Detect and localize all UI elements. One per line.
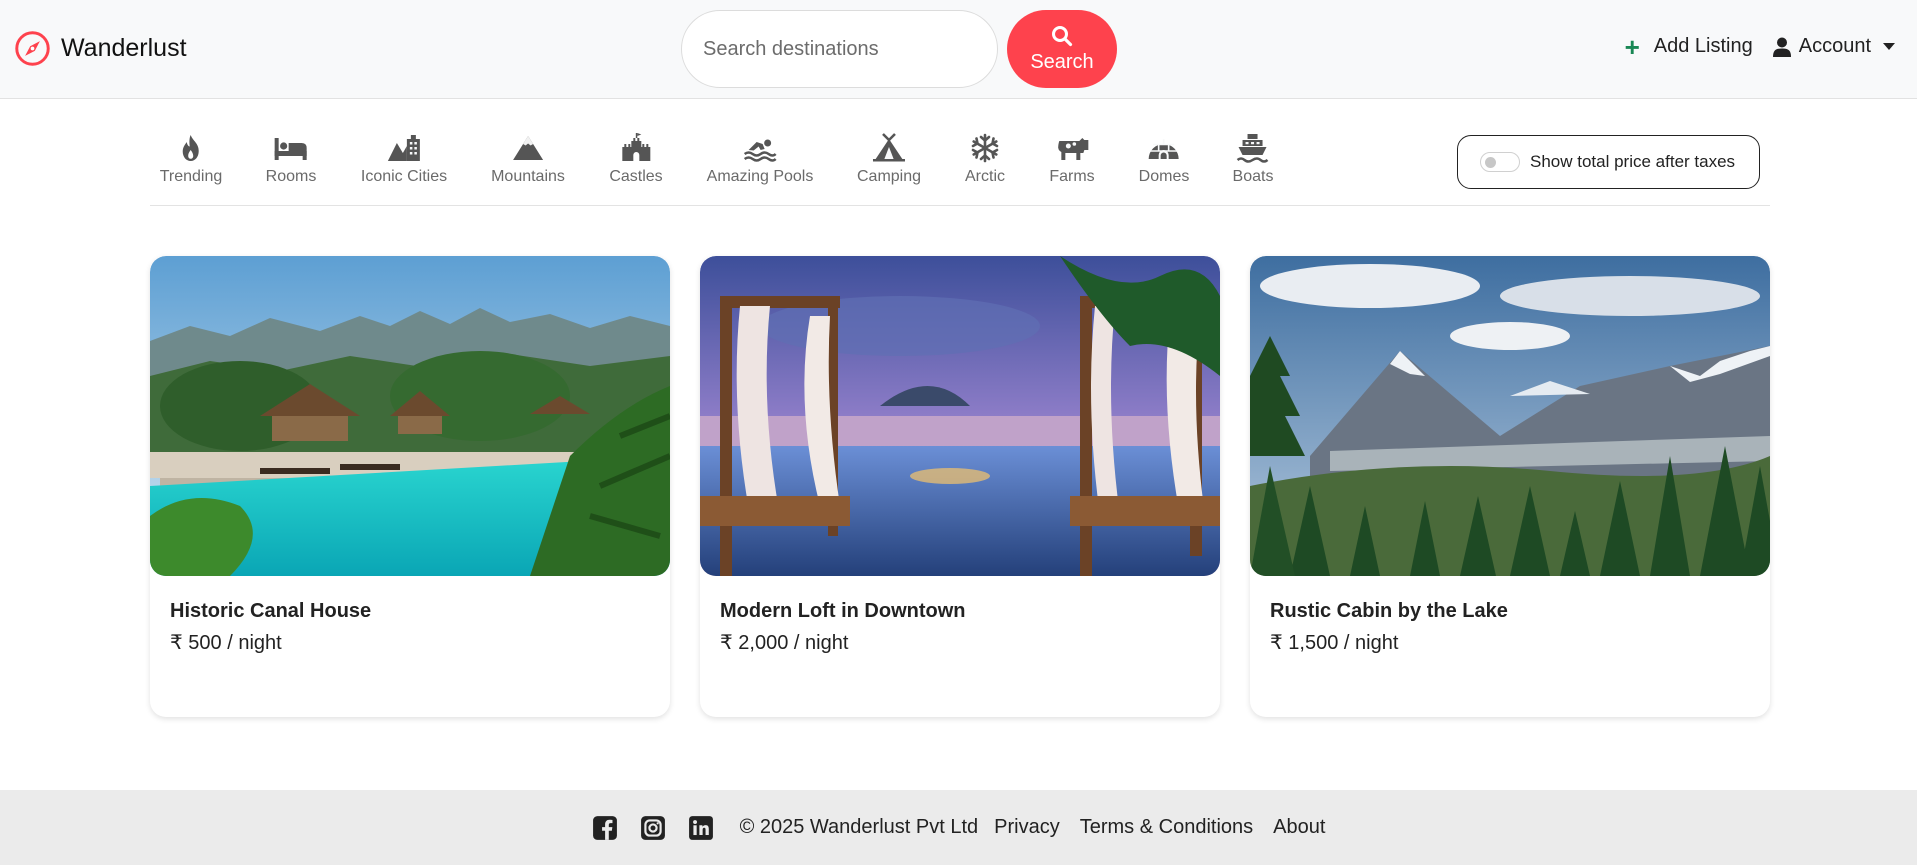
chevron-down-icon	[1883, 43, 1895, 50]
listing-title: Historic Canal House	[170, 600, 372, 622]
listing-image-mountain-valley	[1250, 256, 1770, 576]
nav-right: + Add Listing Account	[1624, 31, 1895, 62]
account-label: Account	[1798, 35, 1871, 57]
filter-rooms[interactable]: Rooms	[265, 133, 317, 186]
listing-image-infinity-pool	[700, 256, 1220, 576]
listing-card[interactable]: Modern Loft in Downtown ₹ 2,000 / night	[700, 256, 1220, 717]
listing-card[interactable]: Rustic Cabin by the Lake ₹ 1,500 / night	[1250, 256, 1770, 717]
social-links	[592, 815, 714, 841]
listing-price: ₹ 1,500 / night	[1270, 632, 1399, 654]
flame-icon	[183, 135, 199, 161]
navbar: Wanderlust Search + Add Listing Account	[0, 0, 1917, 99]
listing-title: Rustic Cabin by the Lake	[1270, 600, 1508, 622]
facebook-icon[interactable]	[592, 815, 618, 841]
user-icon	[1772, 37, 1791, 57]
filter-boats[interactable]: Boats	[1232, 133, 1274, 186]
footer-link-terms[interactable]: Terms & Conditions	[1080, 816, 1253, 839]
instagram-icon[interactable]	[640, 815, 666, 841]
listing-title: Modern Loft in Downtown	[720, 600, 966, 622]
linkedin-icon[interactable]	[688, 815, 714, 841]
filter-label: Mountains	[491, 168, 565, 185]
tax-toggle[interactable]: Show total price after taxes	[1457, 135, 1760, 189]
filter-label: Amazing Pools	[706, 168, 814, 185]
filter-trending[interactable]: Trending	[159, 133, 223, 186]
listing-price: ₹ 500 / night	[170, 632, 282, 654]
filter-label: Rooms	[265, 168, 317, 185]
account-dropdown[interactable]: Account	[1772, 35, 1895, 58]
ship-icon	[1237, 134, 1269, 163]
filter-label: Iconic Cities	[360, 168, 448, 185]
filter-camping[interactable]: Camping	[857, 133, 921, 186]
swimmer-icon	[744, 139, 777, 162]
igloo-icon	[1149, 139, 1179, 159]
mountain-icon	[512, 136, 543, 160]
brand[interactable]: Wanderlust	[14, 30, 187, 67]
filter-label: Boats	[1232, 168, 1274, 185]
compass-icon	[15, 31, 50, 66]
filter-farms[interactable]: Farms	[1049, 133, 1095, 186]
search-icon	[1052, 25, 1073, 46]
add-listing-label: Add Listing	[1653, 35, 1753, 57]
listing-image-tropical-resort	[150, 256, 670, 576]
filter-label: Camping	[856, 168, 922, 185]
filter-domes[interactable]: Domes	[1138, 133, 1190, 186]
filter-label: Trending	[159, 168, 223, 185]
filter-label: Farms	[1049, 168, 1095, 185]
brand-name: Wanderlust	[61, 34, 187, 62]
city-icon	[388, 135, 420, 161]
filter-label: Domes	[1138, 168, 1190, 185]
search-button[interactable]: Search	[1007, 10, 1117, 88]
filter-arctic[interactable]: Arctic	[965, 133, 1005, 186]
copyright-text: © 2025 Wanderlust Pvt Ltd	[739, 816, 979, 838]
listing-price: ₹ 2,000 / night	[720, 632, 849, 654]
filter-mountains[interactable]: Mountains	[491, 133, 565, 186]
add-listing-link[interactable]: + Add Listing	[1624, 31, 1753, 62]
filter-label: Castles	[609, 168, 663, 185]
footer: © 2025 Wanderlust Pvt Ltd Privacy Terms …	[0, 790, 1917, 865]
snowflake-icon	[971, 133, 999, 163]
tax-switch[interactable]	[1480, 152, 1520, 172]
castle-icon	[621, 133, 650, 161]
search-input[interactable]	[681, 10, 998, 88]
plus-icon: +	[1624, 31, 1640, 62]
listing-card[interactable]: Historic Canal House ₹ 500 / night	[150, 256, 670, 717]
filter-iconic-cities[interactable]: Iconic Cities	[361, 133, 447, 186]
footer-link-privacy[interactable]: Privacy	[994, 816, 1060, 839]
bed-icon	[275, 138, 307, 160]
filter-amazing-pools[interactable]: Amazing Pools	[706, 133, 814, 186]
switch-knob	[1485, 157, 1496, 168]
cow-icon	[1057, 138, 1088, 160]
footer-link-about[interactable]: About	[1273, 816, 1325, 839]
search-button-label: Search	[1030, 50, 1094, 73]
tent-icon	[873, 133, 905, 162]
tax-toggle-label: Show total price after taxes	[1530, 152, 1736, 171]
filter-label: Arctic	[965, 168, 1005, 185]
filter-castles[interactable]: Castles	[609, 133, 663, 186]
